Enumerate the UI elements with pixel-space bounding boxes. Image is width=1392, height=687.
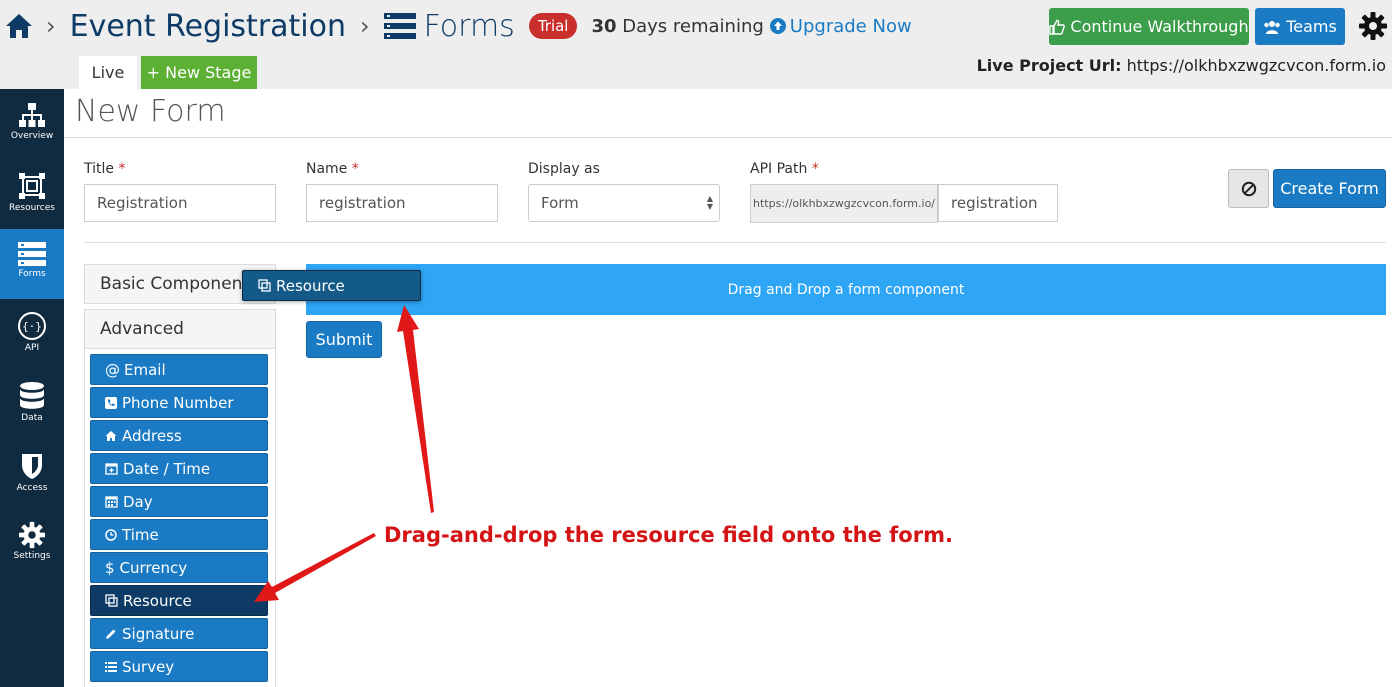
annotation-arrow-left [254,533,376,602]
annotation-arrow-up [397,305,434,513]
annotation-text: Drag-and-drop the resource field onto th… [384,523,953,547]
annotation-arrows [254,305,434,602]
